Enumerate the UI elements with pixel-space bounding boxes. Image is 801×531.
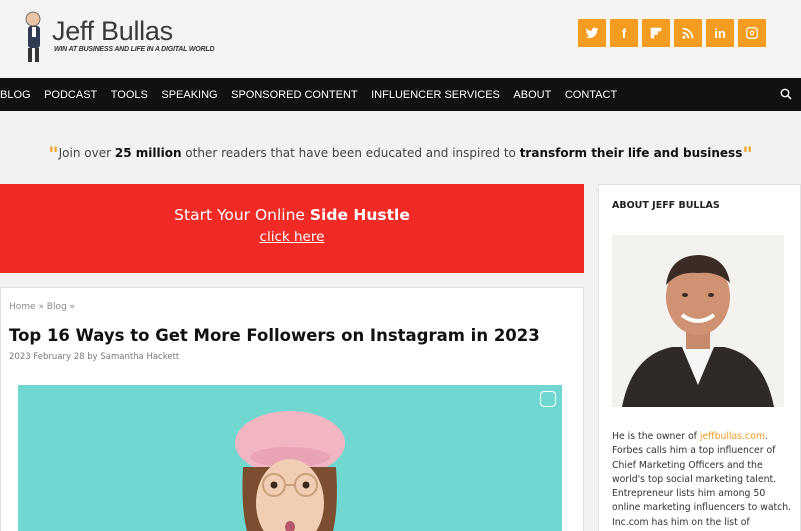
jeffbullas-link[interactable]: jeffbullas.com [700,431,765,442]
banner-headline: Start Your Online Side Hustle [0,206,584,224]
logo-tagline: WIN AT BUSINESS AND LIFE IN A DIGITAL WO… [54,46,215,53]
banner-headline-bold: Side Hustle [309,206,410,224]
article-title: Top 16 Ways to Get More Followers on Ins… [9,326,540,345]
hero-illustration [18,385,562,531]
nav-item-blog[interactable]: BLOG [0,89,31,101]
sidebar-title: ABOUT JEFF BULLAS [612,200,720,211]
close-quote: " [742,142,753,166]
nav-item-tools[interactable]: TOOLS [111,89,148,101]
instagram-icon[interactable] [738,19,766,47]
about-sidebar: ABOUT JEFF BULLAS He is the owner of jef… [598,184,801,531]
nav-item-podcast[interactable]: PODCAST [44,89,97,101]
open-quote: " [48,142,59,166]
bio-intro: He is the owner of [612,431,700,442]
rss-icon[interactable] [674,19,702,47]
nav-item-sponsored-content[interactable]: SPONSORED CONTENT [231,89,358,101]
social-links: f in [578,19,766,47]
reader-tagline: "Join over 25 million other readers that… [0,142,801,166]
article-meta: 2023 February 28 by Samantha Hackett [9,352,180,362]
nav-item-influencer-services[interactable]: INFLUENCER SERVICES [371,89,500,101]
expand-image-icon[interactable] [540,391,556,407]
linkedin-icon[interactable]: in [706,19,734,47]
nav-item-speaking[interactable]: SPEAKING [161,89,217,101]
breadcrumb[interactable]: Home » Blog » [9,302,75,312]
bio-text: . Forbes calls him a top influencer of C… [612,431,792,528]
tagline-pre: Join over [58,146,115,160]
main-nav: BLOG PODCAST TOOLS SPEAKING SPONSORED CO… [0,78,801,111]
facebook-icon[interactable]: f [610,19,638,47]
side-hustle-banner[interactable]: Start Your Online Side Hustle click here [0,184,584,273]
banner-click-here-link[interactable]: click here [0,229,584,245]
banner-headline-pre: Start Your Online [174,206,310,224]
portrait-illustration [612,235,784,407]
logo-caricature-icon[interactable] [22,10,46,64]
twitter-icon[interactable] [578,19,606,47]
nav-item-contact[interactable]: CONTACT [565,89,617,101]
article-card: Home » Blog » Top 16 Ways to Get More Fo… [0,287,584,531]
tagline-mid: other readers that have been educated an… [181,146,520,160]
site-header: Jeff Bullas WIN AT BUSINESS AND LIFE IN … [0,0,801,78]
tagline-bold-transform: transform their life and business [519,146,743,160]
author-bio: He is the owner of jeffbullas.com. Forbe… [612,430,792,530]
search-icon[interactable] [780,88,792,100]
nav-item-about[interactable]: ABOUT [513,89,551,101]
tagline-bold-count: 25 million [114,146,182,160]
article-hero-image [18,385,562,531]
flipboard-icon[interactable] [642,19,670,47]
author-portrait [612,235,784,407]
logo-title[interactable]: Jeff Bullas [52,16,173,47]
